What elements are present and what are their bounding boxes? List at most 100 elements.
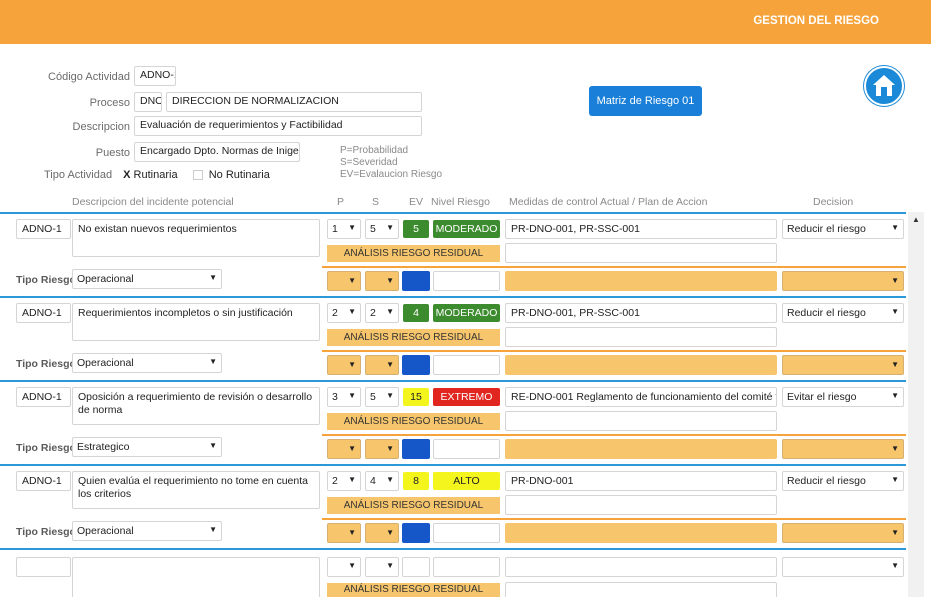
residual-plan-field[interactable] <box>505 355 777 375</box>
p-value: 2 <box>332 307 338 319</box>
residual-decision-select[interactable]: ▼ <box>782 523 904 543</box>
proceso-name-field[interactable]: DIRECCION DE NORMALIZACION <box>166 92 422 112</box>
residual-nivel-field[interactable] <box>433 439 500 459</box>
residual-label: ANÁLISIS RIESGO RESIDUAL <box>327 413 500 430</box>
residual-p-select[interactable]: ▼ <box>327 271 361 291</box>
home-button[interactable] <box>864 66 904 106</box>
activity-code-field[interactable]: ADNO-1 <box>16 387 71 407</box>
decision-select[interactable]: Reducir el riesgo ▼ <box>782 219 904 239</box>
empty-desc-field[interactable] <box>72 557 320 597</box>
proceso-label: Proceso <box>89 97 130 109</box>
incident-desc-field[interactable]: Quien evalúa el requerimiento no tome en… <box>72 471 320 509</box>
decision-select[interactable]: Evitar el riesgo ▼ <box>782 387 904 407</box>
incident-desc-field[interactable]: No existan nuevos requerimientos <box>72 219 320 257</box>
tipo-riesgo-label: Tipo Riesgo <box>16 442 76 454</box>
decision-select[interactable]: Reducir el riesgo ▼ <box>782 303 904 323</box>
tipo-riesgo-select[interactable]: Operacional ▼ <box>72 521 222 541</box>
residual-nivel-field[interactable] <box>433 523 500 543</box>
medidas-field[interactable]: RE-DNO-001 Reglamento de funcionamiento … <box>505 387 777 407</box>
activity-code-field[interactable]: ADNO-1 <box>16 471 71 491</box>
residual-s-select[interactable]: ▼ <box>365 439 399 459</box>
residual-nivel-field[interactable] <box>433 271 500 291</box>
medidas-field[interactable]: PR-DNO-001, PR-SSC-001 <box>505 303 777 323</box>
empty-s-select[interactable]: ▼ <box>365 557 399 577</box>
codigo-field[interactable]: ADNO-1 <box>134 66 176 86</box>
residual-medidas-field[interactable] <box>505 411 777 431</box>
chevron-down-icon: ▼ <box>386 391 394 400</box>
residual-plan-field[interactable] <box>505 439 777 459</box>
chevron-down-icon: ▼ <box>348 475 356 484</box>
s-select[interactable]: 4 ▼ <box>365 471 399 491</box>
residual-ev-badge <box>402 355 430 375</box>
decision-select[interactable]: Reducir el riesgo ▼ <box>782 471 904 491</box>
chevron-down-icon: ▼ <box>386 360 394 369</box>
col-nivel: Nivel Riesgo <box>431 196 490 208</box>
top-bar: GESTION DEL RIESGO <box>0 0 931 44</box>
empty-code-field[interactable] <box>16 557 71 577</box>
risk-row: ADNO-1 Quien evalúa el requerimiento no … <box>0 464 906 548</box>
residual-ev-badge <box>402 439 430 459</box>
scrollbar[interactable]: ▲ <box>908 212 924 597</box>
residual-plan-field[interactable] <box>505 523 777 543</box>
s-select[interactable]: 2 ▼ <box>365 303 399 323</box>
tipo-riesgo-select[interactable]: Estrategico ▼ <box>72 437 222 457</box>
scroll-up-icon[interactable]: ▲ <box>912 215 920 224</box>
residual-s-select[interactable]: ▼ <box>365 355 399 375</box>
residual-plan-field[interactable] <box>505 271 777 291</box>
proceso-code-field[interactable]: DNO <box>134 92 162 112</box>
chevron-down-icon: ▼ <box>386 276 394 285</box>
empty-p-select[interactable]: ▼ <box>327 557 361 577</box>
puesto-field[interactable]: Encargado Dpto. Normas de Inigenerías y <box>134 142 300 162</box>
decision-value: Reducir el riesgo <box>787 223 866 235</box>
empty-residual-medidas[interactable] <box>505 582 777 597</box>
chevron-down-icon: ▼ <box>891 444 899 453</box>
tipo-riesgo-select[interactable]: Operacional ▼ <box>72 353 222 373</box>
residual-label: ANÁLISIS RIESGO RESIDUAL <box>327 245 500 262</box>
s-select[interactable]: 5 ▼ <box>365 219 399 239</box>
p-select[interactable]: 3 ▼ <box>327 387 361 407</box>
residual-decision-select[interactable]: ▼ <box>782 271 904 291</box>
p-select[interactable]: 1 ▼ <box>327 219 361 239</box>
no-rutinaria-checkbox[interactable] <box>192 170 203 181</box>
medidas-field[interactable]: PR-DNO-001 <box>505 471 777 491</box>
chevron-down-icon: ▼ <box>348 561 356 570</box>
descripcion-field[interactable]: Evaluación de requerimientos y Factibili… <box>134 116 422 136</box>
residual-decision-select[interactable]: ▼ <box>782 439 904 459</box>
medidas-field[interactable]: PR-DNO-001, PR-SSC-001 <box>505 219 777 239</box>
s-select[interactable]: 5 ▼ <box>365 387 399 407</box>
incident-desc-field[interactable]: Requerimientos incompletos o sin justifi… <box>72 303 320 341</box>
p-select[interactable]: 2 ▼ <box>327 471 361 491</box>
incident-desc-field[interactable]: Oposición a requerimiento de revisión o … <box>72 387 320 425</box>
p-select[interactable]: 2 ▼ <box>327 303 361 323</box>
nivel-riesgo-badge: EXTREMO <box>433 388 500 406</box>
residual-medidas-field[interactable] <box>505 495 777 515</box>
empty-medidas-field[interactable] <box>505 557 777 577</box>
residual-p-select[interactable]: ▼ <box>327 439 361 459</box>
empty-ev-field[interactable] <box>402 557 430 577</box>
tipo-riesgo-select[interactable]: Operacional ▼ <box>72 269 222 289</box>
residual-nivel-field[interactable] <box>433 355 500 375</box>
residual-s-select[interactable]: ▼ <box>365 523 399 543</box>
empty-nivel-field[interactable] <box>433 557 500 577</box>
residual-p-select[interactable]: ▼ <box>327 355 361 375</box>
rutinaria-checkbox[interactable]: X <box>123 169 130 181</box>
tipo-actividad-label: Tipo Actividad <box>44 169 113 181</box>
matriz-riesgo-button[interactable]: Matriz de Riesgo 01 <box>589 86 702 116</box>
residual-medidas-field[interactable] <box>505 327 777 347</box>
residual-s-select[interactable]: ▼ <box>365 271 399 291</box>
legend-s: S=Severidad <box>340 157 398 168</box>
activity-code-field[interactable]: ADNO-1 <box>16 303 71 323</box>
activity-code-field[interactable]: ADNO-1 <box>16 219 71 239</box>
empty-decision-select[interactable]: ▼ <box>782 557 904 577</box>
residual-divider <box>322 518 906 520</box>
tipo-riesgo-label: Tipo Riesgo <box>16 526 76 538</box>
residual-medidas-field[interactable] <box>505 243 777 263</box>
residual-decision-select[interactable]: ▼ <box>782 355 904 375</box>
residual-p-select[interactable]: ▼ <box>327 523 361 543</box>
tipo-actividad: Tipo Actividad X Rutinaria No Rutinaria <box>18 169 270 181</box>
tipo-riesgo-label: Tipo Riesgo <box>16 274 76 286</box>
p-value: 2 <box>332 475 338 487</box>
risk-row: ADNO-1 Requerimientos incompletos o sin … <box>0 296 906 380</box>
chevron-down-icon: ▼ <box>891 391 899 400</box>
chevron-down-icon: ▼ <box>209 441 217 450</box>
